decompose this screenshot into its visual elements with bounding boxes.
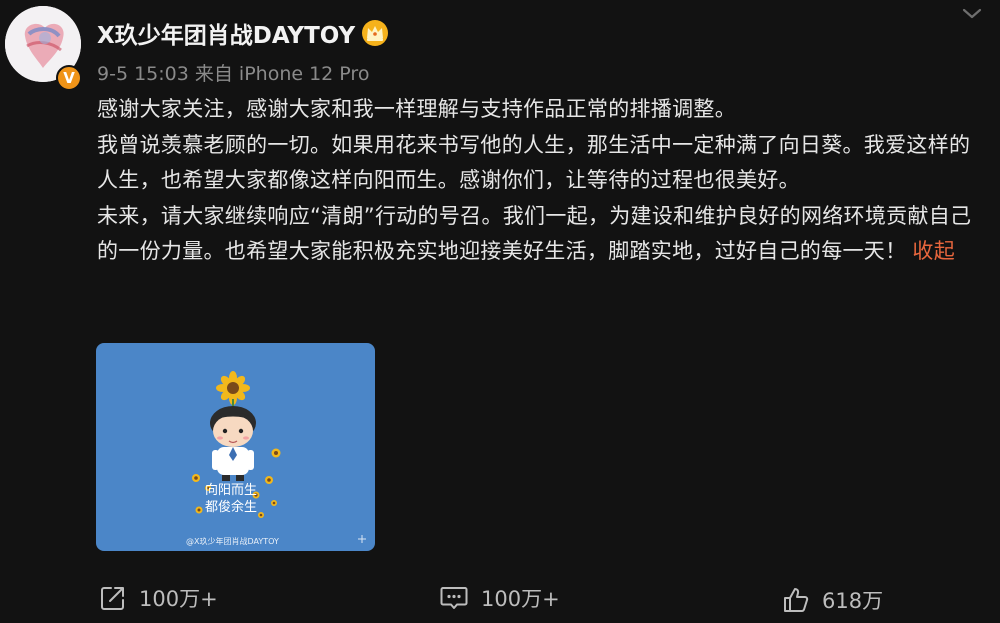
crown-icon [361, 19, 389, 47]
post-meta: 9-5 15:03 来自 iPhone 12 Pro [97, 59, 369, 86]
verified-badge: V [56, 65, 82, 91]
comment-icon [439, 584, 469, 612]
like-button[interactable]: 618万 [782, 585, 883, 615]
share-icon [99, 584, 127, 612]
image-text-line2: 都俊余生 [205, 499, 257, 515]
post-image[interactable]: 向阳而生 都俊余生 @X玖少年团肖战DAYTOY [96, 343, 375, 551]
post-paragraph: 未来，请大家继续响应“清朗”行动的号召。我们一起，为建设和维护良好的网络环境贡献… [97, 199, 982, 270]
action-bar: 100万+ 100万+ 618万 [0, 578, 1000, 623]
post-source: 来自 iPhone 12 Pro [194, 63, 370, 85]
post-timestamp: 9-5 15:03 [97, 63, 189, 85]
thumbs-up-icon [782, 586, 810, 614]
post-content: 感谢大家关注，感谢大家和我一样理解与支持作品正常的排播调整。 我曾说羡慕老顾的一… [97, 92, 982, 270]
like-count: 618万 [822, 589, 884, 613]
repost-button[interactable]: 100万+ [99, 583, 218, 613]
post-paragraph-text: 未来，请大家继续响应“清朗”行动的号召。我们一起，为建设和维护良好的网络环境贡献… [97, 203, 972, 264]
post-paragraph: 我曾说羡慕老顾的一切。如果用花来书写他的人生，那生活中一定种满了向日葵。我爱这样… [97, 132, 971, 193]
sunflower-icon [216, 371, 250, 411]
collapse-link[interactable]: 收起 [912, 239, 955, 263]
character-figure [210, 406, 256, 481]
chevron-down-icon[interactable] [960, 3, 984, 23]
author-name[interactable]: X玖少年团肖战DAYTOY [97, 16, 389, 50]
post-image-illustration: 向阳而生 都俊余生 [192, 371, 366, 543]
post-paragraph: 感谢大家关注，感谢大家和我一样理解与支持作品正常的排播调整。 [97, 97, 736, 121]
comment-button[interactable]: 100万+ [439, 583, 560, 613]
repost-count: 100万+ [139, 587, 218, 611]
comment-count: 100万+ [481, 587, 560, 611]
author-name-text[interactable]: X玖少年团肖战DAYTOY [97, 16, 355, 50]
image-watermark: @X玖少年团肖战DAYTOY [186, 537, 279, 546]
image-text-line1: 向阳而生 [205, 482, 257, 498]
